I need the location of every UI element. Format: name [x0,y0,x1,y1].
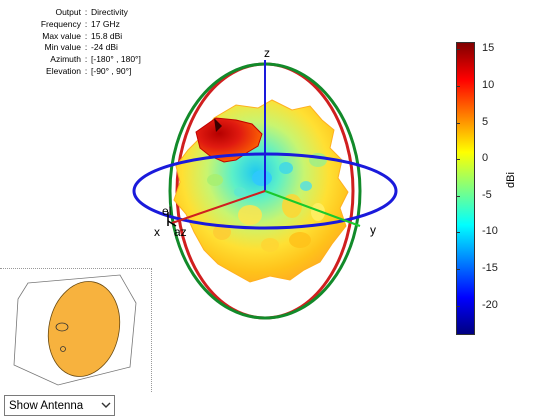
el-label: el [162,204,172,218]
colorbar-tick-mark [456,159,460,161]
colorbar-tick-label: -15 [482,262,498,275]
colorbar-tick-mark [456,232,460,234]
chevron-down-icon [98,402,114,409]
colorbar-tick-mark [456,269,460,271]
antenna-preview [13,274,137,386]
colorbar-tick-label: 10 [482,78,495,91]
colorbar-tick-mark [456,195,460,197]
colorbar-tick-mark [456,49,460,51]
colorbar-tick-mark [456,305,460,307]
colorbar-tick-mark [456,122,460,124]
colorbar-tick-label: -10 [482,225,498,238]
colorbar-tick-label: -20 [482,298,498,311]
colorbar-tick-mark [456,85,460,87]
colorbar-tick-label: -5 [482,188,492,201]
view-select-value: Show Antenna [9,399,84,412]
view-select-dropdown[interactable]: Show Antenna [4,395,115,416]
colorbar-label: dBi [505,172,517,188]
x-axis-label: x [154,225,160,239]
pattern-surface [173,99,349,283]
colorbar-tick-label: 5 [482,115,489,128]
z-axis-label: z [264,46,270,60]
colorbar-tick-label: 0 [482,152,489,165]
az-label: az [174,225,187,239]
y-axis-label: y [370,223,376,237]
colorbar-tick-label: 15 [482,42,495,55]
antenna-view-panel [0,268,152,392]
